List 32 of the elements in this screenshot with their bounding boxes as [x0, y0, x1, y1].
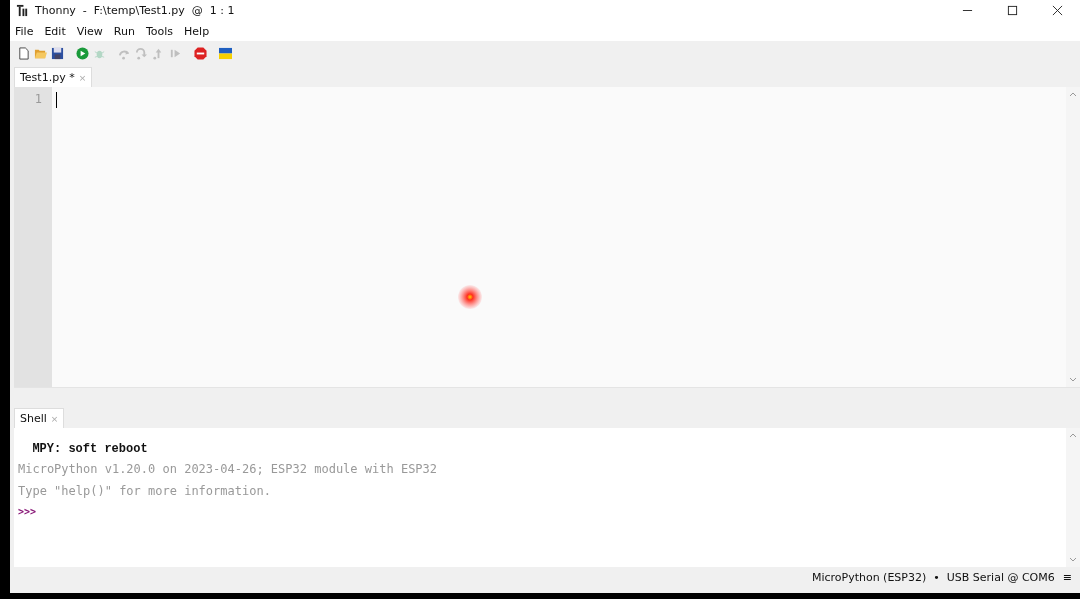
scroll-up-icon[interactable]	[1069, 433, 1077, 438]
scroll-down-icon[interactable]	[1069, 557, 1077, 562]
scroll-up-icon[interactable]	[1069, 92, 1077, 97]
maximize-icon[interactable]	[1007, 5, 1018, 16]
run-icon[interactable]	[76, 46, 89, 60]
menu-item[interactable]: View	[76, 24, 103, 38]
text-cursor	[56, 92, 57, 108]
scroll-down-icon[interactable]	[1069, 377, 1077, 382]
stop-icon[interactable]	[194, 46, 207, 60]
pointer-highlight-icon	[458, 285, 482, 309]
editor-tab[interactable]: Test1.py * ×	[14, 67, 93, 87]
menu-item[interactable]: Run	[113, 24, 135, 38]
shell-banner-text: Type "help()" for more information.	[18, 484, 272, 500]
shell-tab[interactable]: Shell ×	[14, 408, 65, 428]
close-icon[interactable]	[1052, 5, 1063, 16]
vertical-scrollbar[interactable]	[1066, 87, 1080, 387]
status-menu[interactable]: ≡	[1062, 571, 1072, 584]
vertical-scrollbar[interactable]	[1066, 428, 1080, 567]
menu-item[interactable]: File	[15, 24, 34, 38]
shell-banner-text: MicroPython v1.20.0 on 2023-04-26; ESP32 module with ESP32	[18, 462, 439, 478]
menu-item[interactable]: Edit	[44, 24, 66, 38]
menu-item[interactable]: Tools	[145, 24, 174, 38]
new-file-icon[interactable]	[17, 46, 30, 60]
interpreter-status[interactable]: MicroPython (ESP32) • USB Serial @ COM6	[811, 571, 1055, 584]
save-icon[interactable]	[51, 46, 64, 60]
flag-icon[interactable]	[219, 46, 232, 60]
shell-output: MPY: soft reboot	[31, 442, 149, 458]
app-logo-icon	[16, 4, 29, 17]
line-number: 1	[33, 92, 43, 106]
window-title: Thonny - F:\temp\Test1.py @ 1 : 1	[35, 4, 235, 17]
menu-item[interactable]: Help	[184, 24, 210, 38]
shell-prompt: >>>	[18, 506, 38, 519]
